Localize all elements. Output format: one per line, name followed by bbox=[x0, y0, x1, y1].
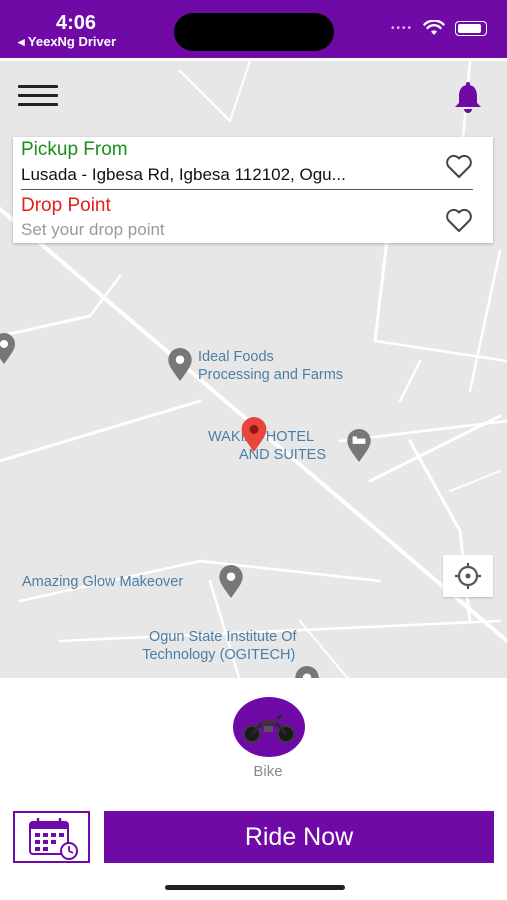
schedule-ride-button[interactable] bbox=[13, 811, 90, 863]
status-time: 4:06 bbox=[56, 12, 97, 34]
pickup-label: Pickup From bbox=[21, 139, 128, 160]
home-indicator[interactable] bbox=[165, 885, 345, 890]
place-pin-icon[interactable] bbox=[218, 565, 244, 599]
back-to-app-link[interactable]: ◂ YeexNg Driver bbox=[18, 34, 116, 50]
place-pin-icon[interactable] bbox=[294, 666, 320, 678]
address-divider bbox=[21, 189, 473, 190]
status-bar: 4:06 ◂ YeexNg Driver •••• bbox=[0, 0, 507, 58]
locate-icon bbox=[455, 563, 481, 589]
signal-icon: •••• bbox=[390, 22, 413, 34]
pickup-favorite-heart-icon[interactable] bbox=[445, 153, 473, 179]
place-label-amazing-glow[interactable]: Amazing Glow Makeover bbox=[22, 573, 183, 591]
address-card: Pickup From Lusada - Igbesa Rd, Igbesa 1… bbox=[13, 137, 493, 243]
map-view[interactable]: Pickup From Lusada - Igbesa Rd, Igbesa 1… bbox=[0, 58, 507, 678]
place-pin-icon[interactable] bbox=[167, 348, 193, 382]
vehicle-option-bike[interactable] bbox=[233, 697, 305, 757]
hotel-icon[interactable] bbox=[346, 429, 372, 463]
battery-icon bbox=[455, 20, 487, 36]
drop-favorite-heart-icon[interactable] bbox=[445, 207, 473, 233]
wifi-icon bbox=[423, 20, 445, 35]
dynamic-island bbox=[174, 13, 334, 51]
pickup-address-field[interactable]: Lusada - Igbesa Rd, Igbesa 112102, Ogu..… bbox=[21, 165, 421, 185]
drop-point-field[interactable]: Set your drop point bbox=[21, 220, 165, 240]
calendar-icon bbox=[29, 818, 78, 860]
menu-icon[interactable] bbox=[18, 85, 58, 107]
drop-label: Drop Point bbox=[21, 195, 111, 216]
place-label-ideal-foods[interactable]: Ideal Foods Processing and Farms bbox=[198, 348, 343, 384]
place-pin-icon[interactable] bbox=[0, 333, 16, 365]
vehicle-label: Bike bbox=[253, 763, 283, 780]
status-icons: •••• bbox=[391, 20, 487, 36]
bell-icon[interactable] bbox=[452, 81, 484, 115]
ride-now-button[interactable]: Ride Now bbox=[104, 811, 494, 863]
locate-me-button[interactable] bbox=[443, 555, 493, 597]
current-location-pin-icon bbox=[241, 417, 267, 452]
motorbike-icon bbox=[243, 714, 295, 743]
place-label-ogitech[interactable]: Ogun State Institute Of Technology (OGIT… bbox=[141, 628, 296, 664]
